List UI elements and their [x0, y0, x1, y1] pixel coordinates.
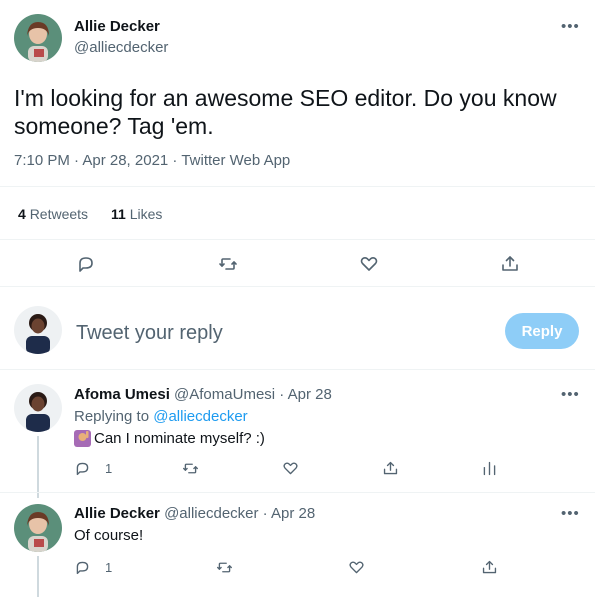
reply-icon — [76, 462, 89, 476]
retweets-stat[interactable]: 4 Retweets — [18, 206, 88, 222]
tweet-text-line-1: I'm looking for an awesome SEO editor. D… — [14, 85, 557, 111]
reply-action[interactable]: 1 — [74, 559, 112, 576]
divider — [0, 239, 595, 240]
share-icon[interactable] — [500, 254, 520, 274]
reply-header: Allie Decker @alliecdecker · Apr 28 — [74, 505, 315, 522]
thread-line — [37, 436, 39, 498]
divider — [0, 369, 595, 370]
reply-avatar[interactable] — [14, 384, 62, 432]
likes-count: 11 — [111, 206, 126, 222]
retweets-label: Retweets — [29, 206, 89, 222]
replying-to-prefix: Replying to — [74, 408, 150, 425]
raising-hand-emoji-icon — [74, 430, 91, 447]
reply-author-handle[interactable]: @AfomaUmesi — [174, 386, 275, 403]
reply-header: Afoma Umesi @AfomaUmesi · Apr 28 — [74, 386, 332, 403]
divider — [0, 186, 595, 187]
reply-text: Can I nominate myself? :) — [74, 430, 265, 447]
reply-text-content: Can I nominate myself? :) — [94, 430, 265, 447]
reply-date[interactable]: · Apr 28 — [279, 386, 332, 403]
replying-to-handle[interactable]: @alliecdecker — [153, 408, 247, 425]
reply-icon — [76, 561, 89, 575]
like-icon[interactable] — [348, 559, 365, 576]
likes-label: Likes — [129, 206, 163, 222]
thread-line — [37, 556, 39, 597]
reply-text-content: Of course! — [74, 527, 144, 544]
retweet-icon[interactable] — [216, 559, 233, 576]
author-handle[interactable]: @alliecdecker — [74, 39, 168, 56]
reply-action[interactable]: 1 — [74, 460, 112, 477]
reply-author-handle[interactable]: @alliecdecker — [164, 505, 258, 522]
replying-to: Replying to @alliecdecker — [74, 408, 248, 425]
reply-avatar[interactable] — [14, 504, 62, 552]
more-icon[interactable]: ••• — [561, 505, 580, 522]
author-name[interactable]: Allie Decker — [74, 18, 160, 35]
divider — [0, 492, 595, 493]
my-avatar[interactable] — [14, 306, 62, 354]
more-icon[interactable]: ••• — [561, 386, 580, 403]
reply-count: 1 — [105, 461, 113, 476]
reply-author-name[interactable]: Allie Decker — [74, 505, 160, 522]
analytics-icon[interactable] — [481, 460, 498, 477]
more-icon[interactable]: ••• — [561, 18, 580, 35]
like-icon[interactable] — [359, 254, 379, 274]
tweet-timestamp[interactable]: 7:10 PM · Apr 28, 2021 · Twitter Web App — [14, 152, 290, 169]
tweet-text-line-2: someone? Tag 'em. — [14, 113, 214, 139]
divider — [0, 286, 595, 287]
reply-icon[interactable] — [76, 254, 96, 274]
share-icon[interactable] — [382, 460, 399, 477]
reply-date[interactable]: · Apr 28 — [263, 505, 316, 522]
likes-stat[interactable]: 11 Likes — [111, 206, 162, 222]
author-avatar[interactable] — [14, 14, 62, 62]
retweet-icon[interactable] — [218, 254, 238, 274]
reply-button[interactable]: Reply — [505, 313, 579, 349]
retweets-count: 4 — [18, 206, 26, 222]
share-icon[interactable] — [481, 559, 498, 576]
reply-count: 1 — [105, 560, 113, 575]
reply-author-name[interactable]: Afoma Umesi — [74, 386, 170, 403]
like-icon[interactable] — [282, 460, 299, 477]
reply-compose-input[interactable]: Tweet your reply — [76, 322, 223, 345]
retweet-icon[interactable] — [182, 460, 199, 477]
